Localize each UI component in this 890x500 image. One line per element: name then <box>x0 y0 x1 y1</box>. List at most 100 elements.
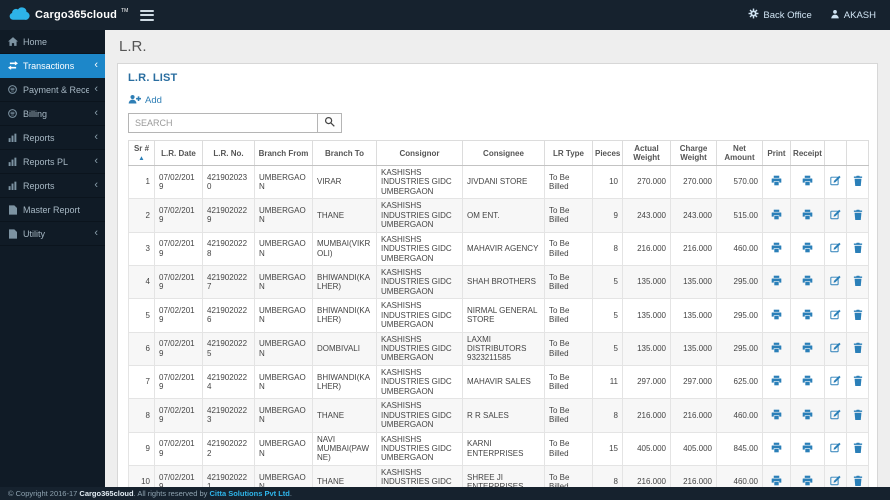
receipt-print-button[interactable] <box>790 331 825 366</box>
sidebar-item-master-report[interactable]: Master Report <box>0 198 105 222</box>
delete-button[interactable] <box>846 431 869 466</box>
cell-consignee: SHAH BROTHERS <box>462 264 545 300</box>
delete-button[interactable] <box>846 464 869 487</box>
column-header-lr-type[interactable]: LR Type <box>544 140 593 166</box>
column-header-delete[interactable] <box>846 140 869 166</box>
cell-lr-no: 4219020227 <box>202 264 255 300</box>
print-button[interactable] <box>762 298 791 333</box>
receipt-print-button[interactable] <box>790 431 825 466</box>
delete-button[interactable] <box>846 231 869 266</box>
printer-icon <box>771 309 782 322</box>
cell-lr-no: 4219020222 <box>202 431 255 466</box>
column-header-receipt[interactable]: Receipt <box>790 140 825 166</box>
print-button[interactable] <box>762 464 791 487</box>
trash-icon <box>853 209 863 222</box>
search-input[interactable] <box>128 113 318 133</box>
hamburger-menu-icon[interactable] <box>140 9 155 21</box>
edit-button[interactable] <box>824 331 847 366</box>
edit-button[interactable] <box>824 164 847 200</box>
cell-pieces: 15 <box>592 431 623 466</box>
sidebar-item-reports-pl[interactable]: Reports PL ‹ <box>0 150 105 174</box>
copyright-prefix: © Copyright 2016-17 <box>8 489 80 498</box>
user-name: AKASH <box>843 9 876 21</box>
cell-lr-date: 07/02/2019 <box>154 398 203 433</box>
sidebar-item-transactions[interactable]: Transactions ‹ <box>0 54 105 78</box>
copyright-middle: . All rights reserved by <box>133 489 210 498</box>
edit-button[interactable] <box>824 198 847 233</box>
edit-button[interactable] <box>824 398 847 433</box>
edit-button[interactable] <box>824 464 847 487</box>
edit-button[interactable] <box>824 231 847 266</box>
sidebar-item-utility[interactable]: Utility ‹ <box>0 222 105 246</box>
sidebar-item-billing[interactable]: Billing ‹ <box>0 102 105 126</box>
column-header-branch-from[interactable]: Branch From <box>254 140 313 166</box>
cell-branch-to: NAVI MUMBAI(PAWNE) <box>312 431 377 466</box>
receipt-print-button[interactable] <box>790 464 825 487</box>
sidebar-item-reports[interactable]: Reports ‹ <box>0 126 105 150</box>
receipt-print-button[interactable] <box>790 364 825 400</box>
column-header-net-amount[interactable]: Net Amount <box>716 140 763 166</box>
column-header-charge-weight[interactable]: Charge Weight <box>670 140 717 166</box>
search-button[interactable] <box>318 113 342 133</box>
edit-icon <box>830 342 841 355</box>
delete-button[interactable] <box>846 198 869 233</box>
print-button[interactable] <box>762 398 791 433</box>
delete-button[interactable] <box>846 264 869 300</box>
receipt-print-button[interactable] <box>790 164 825 200</box>
printer-icon <box>771 242 782 255</box>
print-button[interactable] <box>762 164 791 200</box>
column-header-lr-no[interactable]: L.R. No. <box>202 140 255 166</box>
sidebar-item-home[interactable]: Home <box>0 30 105 54</box>
receipt-print-button[interactable] <box>790 231 825 266</box>
column-header-print[interactable]: Print <box>762 140 791 166</box>
column-header-actual-weight[interactable]: Actual Weight <box>622 140 671 166</box>
sidebar-item-label: Reports <box>23 180 55 191</box>
cell-branch-from: UMBERGAON <box>254 264 313 300</box>
receipt-print-button[interactable] <box>790 264 825 300</box>
add-user-icon <box>128 94 141 107</box>
cell-charge-weight: 243.000 <box>670 198 717 233</box>
cell-branch-from: UMBERGAON <box>254 431 313 466</box>
print-button[interactable] <box>762 331 791 366</box>
column-header-branch-to[interactable]: Branch To <box>312 140 377 166</box>
cell-branch-to: THANE <box>312 398 377 433</box>
cell-actual-weight: 405.000 <box>622 431 671 466</box>
sidebar-item-reports-2[interactable]: Reports ‹ <box>0 174 105 198</box>
delete-button[interactable] <box>846 364 869 400</box>
column-header-pieces[interactable]: Pieces <box>592 140 623 166</box>
delete-button[interactable] <box>846 331 869 366</box>
print-button[interactable] <box>762 231 791 266</box>
sidebar-item-payment-receipt[interactable]: Payment & Receipt ‹ <box>0 78 105 102</box>
edit-button[interactable] <box>824 264 847 300</box>
cell-branch-to: MUMBAI(VIKROLI) <box>312 231 377 266</box>
edit-button[interactable] <box>824 298 847 333</box>
delete-button[interactable] <box>846 298 869 333</box>
delete-button[interactable] <box>846 164 869 200</box>
column-header-sr[interactable]: Sr # ▲ <box>128 140 155 166</box>
print-button[interactable] <box>762 431 791 466</box>
column-header-lr-date[interactable]: L.R. Date <box>154 140 203 166</box>
column-header-edit[interactable] <box>824 140 847 166</box>
copyright-suffix: . <box>289 489 292 498</box>
receipt-print-button[interactable] <box>790 398 825 433</box>
user-menu[interactable]: AKASH <box>830 9 876 22</box>
brand-logo[interactable]: Cargo365cloud TM <box>7 5 128 25</box>
print-button[interactable] <box>762 364 791 400</box>
edit-button[interactable] <box>824 364 847 400</box>
column-header-consignor[interactable]: Consignor <box>376 140 463 166</box>
back-office-button[interactable]: Back Office <box>748 8 812 22</box>
print-button[interactable] <box>762 264 791 300</box>
cell-sr: 2 <box>128 198 155 233</box>
edit-button[interactable] <box>824 431 847 466</box>
column-header-consignee[interactable]: Consignee <box>462 140 545 166</box>
receipt-print-button[interactable] <box>790 198 825 233</box>
delete-button[interactable] <box>846 398 869 433</box>
chevron-left-icon: ‹ <box>94 155 98 167</box>
receipt-print-button[interactable] <box>790 298 825 333</box>
print-button[interactable] <box>762 198 791 233</box>
add-button[interactable]: Add <box>128 94 162 107</box>
printer-icon <box>771 475 782 487</box>
cell-lr-type: To Be Billed <box>544 398 593 433</box>
cell-lr-type: To Be Billed <box>544 198 593 233</box>
cell-consignee: KARNI ENTERPRISES <box>462 431 545 466</box>
